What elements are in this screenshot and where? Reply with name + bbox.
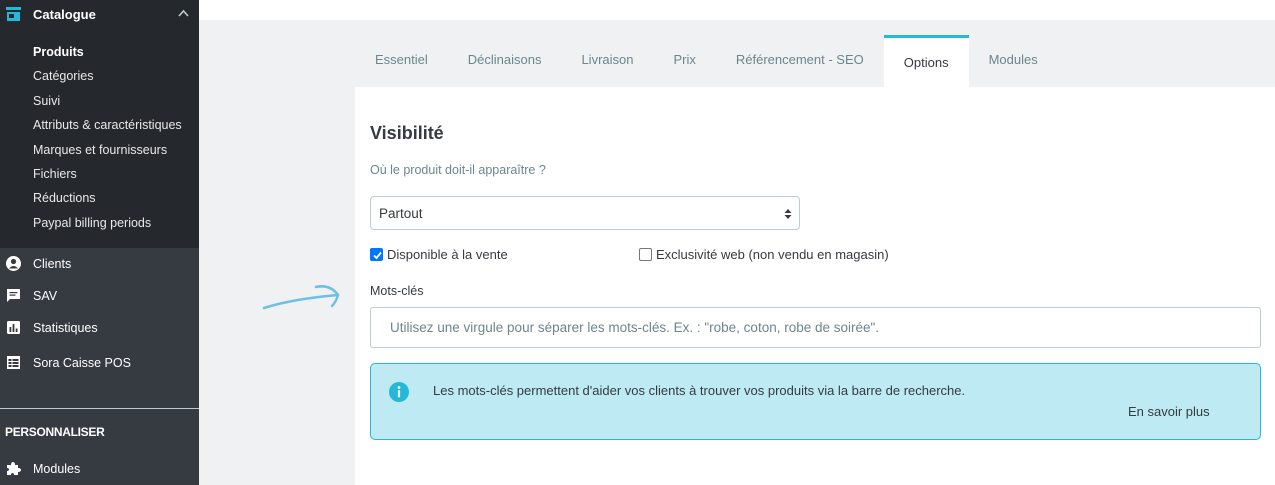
user-icon [6, 256, 21, 271]
tab-label: Livraison [581, 51, 634, 67]
puzzle-icon [7, 462, 21, 475]
tab-label: Prix [673, 51, 696, 67]
web-exclusive-label: Exclusivité web (non vendu en magasin) [656, 247, 889, 262]
top-header [199, 0, 1275, 20]
sidebar-item-label: Sora Caisse POS [33, 356, 131, 370]
keywords-info-alert: Les mots-clés permettent d'aider vos cli… [370, 363, 1261, 440]
tab-livraison[interactable]: Livraison [561, 35, 653, 87]
sidebar-item-label: SAV [33, 289, 58, 303]
store-icon [6, 7, 21, 21]
tab-declinaisons[interactable]: Déclinaisons [448, 35, 562, 87]
web-exclusive-checkbox[interactable] [639, 248, 652, 261]
chat-icon [7, 289, 20, 302]
catalogue-menu: Catalogue Produits Catégories Suivi Attr… [0, 0, 199, 248]
web-exclusive-row: Exclusivité web (non vendu en magasin) [639, 247, 889, 262]
info-icon [389, 382, 409, 402]
section-title-personnaliser: PERSONNALISER [5, 425, 105, 439]
available-for-order-row: Disponible à la vente [370, 247, 508, 262]
sidebar-item-categories[interactable]: Catégories [33, 64, 182, 88]
sidebar-item-label: Clients [33, 257, 72, 271]
options-panel: Visibilité Où le produit doit-il apparaî… [355, 87, 1275, 485]
sidebar-item-modules[interactable]: Modules [0, 455, 199, 483]
sidebar: Catalogue Produits Catégories Suivi Attr… [0, 0, 199, 485]
sidebar-divider [0, 408, 199, 409]
tab-options[interactable]: Options [883, 35, 969, 87]
visibility-select-value: Partout [379, 206, 423, 221]
tab-label: Référencement - SEO [735, 51, 864, 67]
sidebar-item-attributs[interactable]: Attributs & caractéristiques [33, 113, 182, 137]
product-tabs: Essentiel Déclinaisons Livraison Prix Ré… [355, 35, 1058, 87]
tab-label: Modules [988, 51, 1038, 67]
tab-prix[interactable]: Prix [653, 35, 715, 87]
grid-icon [7, 356, 20, 369]
catalogue-submenu: Produits Catégories Suivi Attributs & ca… [33, 40, 182, 235]
visibility-select[interactable]: Partout [370, 196, 800, 230]
learn-more-link[interactable]: En savoir plus [1128, 404, 1210, 419]
sidebar-item-produits[interactable]: Produits [33, 40, 182, 64]
sidebar-item-sav[interactable]: SAV [0, 282, 199, 310]
catalogue-title: Catalogue [33, 7, 96, 22]
keywords-label: Mots-clés [370, 284, 424, 298]
keywords-info-text: Les mots-clés permettent d'aider vos cli… [433, 383, 966, 398]
tab-label: Essentiel [375, 51, 428, 67]
available-for-order-checkbox[interactable] [370, 248, 383, 261]
tab-label: Déclinaisons [467, 51, 542, 67]
sidebar-item-reductions[interactable]: Réductions [33, 186, 182, 210]
sidebar-item-clients[interactable]: Clients [0, 250, 199, 278]
sidebar-item-suivi[interactable]: Suivi [33, 89, 182, 113]
chart-icon [7, 321, 20, 334]
sidebar-item-label: Statistiques [33, 321, 98, 335]
sidebar-item-sora-caisse[interactable]: Sora Caisse POS [0, 349, 199, 377]
sidebar-item-paypal[interactable]: Paypal billing periods [33, 211, 182, 235]
check-icon [373, 251, 382, 260]
sidebar-item-marques[interactable]: Marques et fournisseurs [33, 138, 182, 162]
tab-modules[interactable]: Modules [969, 35, 1058, 87]
hand-drawn-arrow-annotation [262, 285, 340, 310]
tab-seo[interactable]: Référencement - SEO [716, 35, 884, 87]
tab-label: Options [903, 55, 949, 70]
visibility-question: Où le produit doit-il apparaître ? [370, 163, 546, 177]
keywords-input[interactable] [370, 307, 1261, 348]
available-for-order-label: Disponible à la vente [387, 247, 508, 262]
chevron-up-icon[interactable] [178, 9, 189, 17]
sidebar-item-statistiques[interactable]: Statistiques [0, 314, 199, 342]
sidebar-item-fichiers[interactable]: Fichiers [33, 162, 182, 186]
tab-essentiel[interactable]: Essentiel [355, 35, 448, 87]
catalogue-header[interactable]: Catalogue [0, 0, 199, 30]
visibility-heading: Visibilité [370, 123, 444, 143]
sidebar-item-label: Modules [33, 462, 81, 476]
select-arrows-icon [784, 209, 792, 219]
